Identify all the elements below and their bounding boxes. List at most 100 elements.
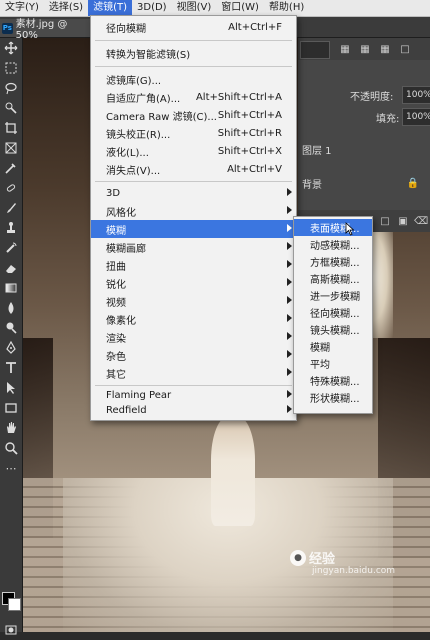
submenu-arrow-icon (287, 188, 292, 196)
type-tool-icon[interactable] (0, 358, 22, 378)
submenu-arrow-icon (287, 224, 292, 232)
submenu-arrow-icon (287, 242, 292, 250)
submenu-item-average[interactable]: 平均 (294, 355, 372, 372)
background-layer-row[interactable]: 背景 🔒 (298, 172, 430, 194)
fill-field[interactable]: 100% (402, 108, 430, 126)
quick-select-tool-icon[interactable] (0, 98, 22, 118)
menu-item-camera-raw[interactable]: Camera Raw 滤镜(C)... Shift+Ctrl+A (91, 106, 296, 124)
quick-mask-icon[interactable] (0, 620, 22, 640)
align-right-icon[interactable]: ▦ (378, 42, 392, 56)
menu-item-video[interactable]: 视频 (91, 292, 296, 310)
menu-item-3d[interactable]: 3D (91, 184, 296, 202)
options-bar: ▦ ▦ ▦ □ (298, 38, 430, 61)
menu-item-noise[interactable]: 杂色 (91, 346, 296, 364)
color-swatches[interactable] (2, 588, 21, 614)
menu-separator (95, 40, 292, 41)
layer-1-row[interactable]: 图层 1 (298, 138, 430, 160)
menu-item-sharpen[interactable]: 锐化 (91, 274, 296, 292)
opacity-field[interactable]: 100% (402, 86, 430, 104)
background-color-swatch[interactable] (8, 598, 21, 611)
gradient-tool-icon[interactable] (0, 278, 22, 298)
move-tool-icon[interactable] (0, 38, 22, 58)
tools-panel: ⋯ (0, 38, 23, 635)
more-tools-icon[interactable]: ⋯ (0, 458, 22, 478)
menu-item-blur-gallery[interactable]: 模糊画廊 (91, 238, 296, 256)
menu-window[interactable]: 窗口(W) (216, 0, 264, 16)
submenu-arrow-icon (287, 314, 292, 322)
blur-submenu: 表面模糊... 动感模糊... 方框模糊... 高斯模糊... 进一步模糊 径向… (293, 216, 373, 414)
menu-item-render[interactable]: 渲染 (91, 328, 296, 346)
menu-item-redfield[interactable]: Redfield (91, 401, 296, 419)
eraser-tool-icon[interactable] (0, 258, 22, 278)
submenu-arrow-icon (287, 206, 292, 214)
submenu-item-motion-blur[interactable]: 动感模糊... (294, 236, 372, 253)
clone-stamp-tool-icon[interactable] (0, 218, 22, 238)
submenu-item-box-blur[interactable]: 方框模糊... (294, 253, 372, 270)
submenu-arrow-icon (287, 350, 292, 358)
baidu-paw-icon: ● (290, 549, 306, 566)
menu-item-adaptive-wide-angle[interactable]: 自适应广角(A)... Alt+Shift+Ctrl+A (91, 88, 296, 106)
menu-item-stylize[interactable]: 风格化 (91, 202, 296, 220)
background-layer-label: 背景 (302, 179, 322, 191)
bride-figure (211, 416, 255, 526)
path-selection-tool-icon[interactable] (0, 378, 22, 398)
history-brush-tool-icon[interactable] (0, 238, 22, 258)
opacity-row: 不透明度: 100% (298, 84, 430, 106)
lock-icon[interactable]: □ (398, 42, 412, 56)
submenu-item-shape-blur[interactable]: 形状模糊... (294, 389, 372, 406)
submenu-item-blur-more[interactable]: 进一步模糊 (294, 287, 372, 304)
options-dropdown[interactable] (300, 41, 330, 59)
menu-item-liquify[interactable]: 液化(L)... Shift+Ctrl+X (91, 142, 296, 160)
submenu-arrow-icon (287, 368, 292, 376)
crop-tool-icon[interactable] (0, 118, 22, 138)
opacity-label: 不透明度: (350, 91, 394, 103)
submenu-item-gaussian-blur[interactable]: 高斯模糊... (294, 270, 372, 287)
menu-help[interactable]: 帮助(H) (264, 0, 309, 16)
menu-item-lens-correction[interactable]: 镜头校正(R)... Shift+Ctrl+R (91, 124, 296, 142)
menu-item-other[interactable]: 其它 (91, 364, 296, 382)
menu-item-convert-smart-filter[interactable]: 转换为智能滤镜(S) (91, 44, 296, 62)
watermark-url: jingyan.baidu.com (312, 566, 396, 576)
marquee-tool-icon[interactable] (0, 58, 22, 78)
frame-tool-icon[interactable] (0, 138, 22, 158)
blur-tool-icon[interactable] (0, 298, 22, 318)
brush-tool-icon[interactable] (0, 198, 22, 218)
new-layer-icon[interactable]: ▣ (396, 214, 410, 228)
menu-3d[interactable]: 3D(D) (132, 0, 172, 16)
menu-item-blur[interactable]: 模糊 (91, 220, 296, 238)
fill-label: 填充: (376, 113, 400, 125)
eyedropper-tool-icon[interactable] (0, 158, 22, 178)
menu-item-vanishing-point[interactable]: 消失点(V)... Alt+Ctrl+V (91, 160, 296, 178)
submenu-item-radial-blur[interactable]: 径向模糊... (294, 304, 372, 321)
healing-brush-tool-icon[interactable] (0, 178, 22, 198)
menu-item-pixelate[interactable]: 像素化 (91, 310, 296, 328)
menu-item-filter-gallery[interactable]: 滤镜库(G)... (91, 70, 296, 88)
new-group-icon[interactable]: □ (378, 214, 392, 228)
fill-row: 填充: 100% (298, 106, 430, 128)
menu-item-radial-blur-last[interactable]: 径向模糊 Alt+Ctrl+F (91, 18, 296, 36)
align-left-icon[interactable]: ▦ (338, 42, 352, 56)
rectangle-tool-icon[interactable] (0, 398, 22, 418)
menu-view[interactable]: 视图(V) (172, 0, 217, 16)
submenu-item-lens-blur[interactable]: 镜头模糊... (294, 321, 372, 338)
submenu-arrow-icon (287, 405, 292, 413)
menu-filter[interactable]: 滤镜(T) (88, 0, 132, 16)
photoshop-icon: Ps (2, 22, 13, 34)
menu-select[interactable]: 选择(S) (44, 0, 88, 16)
hand-tool-icon[interactable] (0, 418, 22, 438)
submenu-item-blur[interactable]: 模糊 (294, 338, 372, 355)
zoom-tool-icon[interactable] (0, 438, 22, 458)
submenu-item-smart-blur[interactable]: 特殊模糊... (294, 372, 372, 389)
dodge-tool-icon[interactable] (0, 318, 22, 338)
mouse-cursor-icon (345, 222, 355, 236)
menu-item-distort[interactable]: 扭曲 (91, 256, 296, 274)
pen-tool-icon[interactable] (0, 338, 22, 358)
submenu-arrow-icon (287, 332, 292, 340)
trash-icon[interactable]: ⌫ (414, 214, 428, 228)
submenu-item-surface-blur[interactable]: 表面模糊... (294, 219, 372, 236)
align-center-icon[interactable]: ▦ (358, 42, 372, 56)
document-tab[interactable]: Ps 素材.jpg @ 50% (0, 19, 90, 41)
lasso-tool-icon[interactable] (0, 78, 22, 98)
submenu-arrow-icon (287, 296, 292, 304)
menu-type[interactable]: 文字(Y) (0, 0, 44, 16)
